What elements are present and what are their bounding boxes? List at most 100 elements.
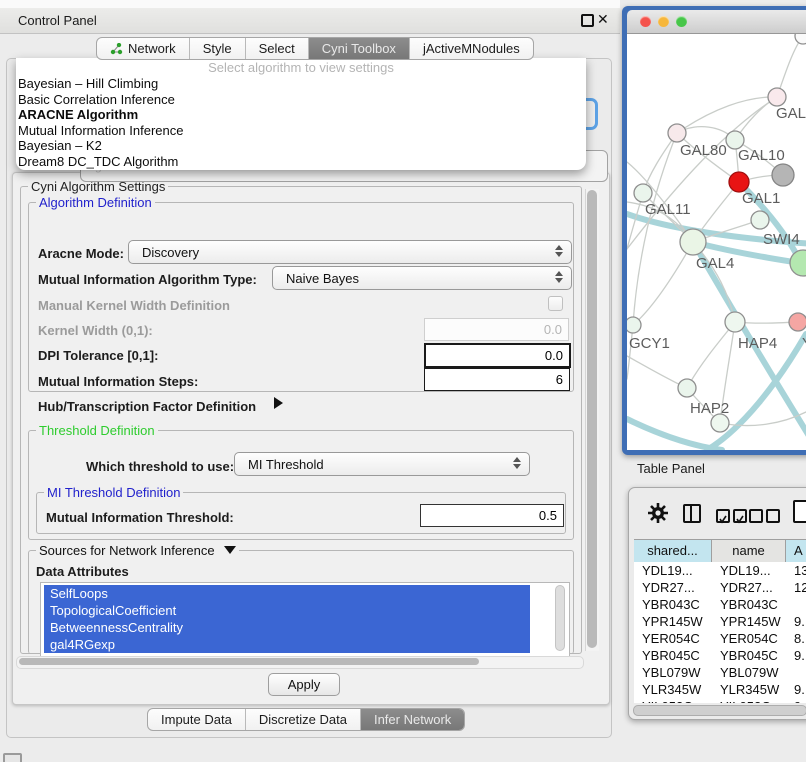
aracne-mode-combo[interactable]: Discovery <box>128 240 572 264</box>
network-canvas[interactable]: GAL2GAL80GAL10GAL1GAL11SWI4GAL4GCY1HAP4Y… <box>627 34 806 450</box>
column-header-shared-[interactable]: shared... <box>634 540 712 562</box>
settings-vertical-scrollbar[interactable] <box>585 189 599 651</box>
tab-discretize-data[interactable]: Discretize Data <box>245 709 360 730</box>
dpi-tolerance-field[interactable]: 0.0 <box>424 343 571 368</box>
thin-edge[interactable] <box>633 133 677 325</box>
gear-icon[interactable] <box>647 502 669 524</box>
hide-columns-icon[interactable] <box>749 509 783 527</box>
node-gal1[interactable] <box>729 172 749 192</box>
thick-edge[interactable] <box>627 419 722 450</box>
mi-steps-field[interactable]: 6 <box>424 368 570 391</box>
algorithm-definition-legend: Algorithm Definition <box>36 195 155 210</box>
tab-style[interactable]: Style <box>189 38 245 59</box>
table-row[interactable]: YBL079WYBL079W <box>634 664 806 681</box>
settings-horizontal-scrollbar[interactable] <box>16 656 584 669</box>
table-row[interactable]: YBR045CYBR045C9. <box>634 647 806 664</box>
data-attributes-label: Data Attributes <box>36 564 129 579</box>
close-traffic-light-icon[interactable] <box>640 16 651 27</box>
dropdown-item-basic-correlation-inference[interactable]: Basic Correlation Inference <box>16 92 586 108</box>
page-icon[interactable] <box>793 500 806 523</box>
mi-threshold-legend: MI Threshold Definition <box>44 485 183 500</box>
table-row[interactable]: YER054CYER054C8. <box>634 630 806 647</box>
column-header-name[interactable]: name <box>712 540 786 562</box>
node-gal11[interactable] <box>634 184 652 202</box>
expand-arrow-icon[interactable] <box>274 397 283 409</box>
network-window-titlebar[interactable] <box>627 10 806 34</box>
manual-kernel-checkbox[interactable] <box>548 296 563 311</box>
sources-legend[interactable]: Sources for Network Inference <box>36 543 239 558</box>
node-salmon-node[interactable] <box>789 313 806 331</box>
node-label-gal4: GAL4 <box>696 255 734 272</box>
list-scrollbar[interactable] <box>554 585 566 651</box>
table-body: YDL19...YDL19...13YDR27...YDR27...12YBR0… <box>634 562 806 703</box>
attribute-item-topologicalcoefficient[interactable]: TopologicalCoefficient <box>44 602 530 619</box>
network-window[interactable]: GAL2GAL80GAL10GAL1GAL11SWI4GAL4GCY1HAP4Y… <box>622 6 806 455</box>
node-swi4[interactable] <box>751 211 769 229</box>
table-cell <box>786 664 806 681</box>
table-cell: YBR045C <box>712 647 786 664</box>
table-row[interactable]: YLR345WYLR345W9. <box>634 681 806 698</box>
data-attributes-list[interactable]: SelfLoopsTopologicalCoefficientBetweenne… <box>40 582 570 657</box>
which-threshold-combo[interactable]: MI Threshold <box>234 452 530 476</box>
node-gcy1[interactable] <box>627 317 641 333</box>
table-cell: YLR345W <box>634 681 712 698</box>
dropdown-item-bayesian-k2[interactable]: Bayesian – K2 <box>16 138 586 154</box>
attribute-item-gal4rgexp[interactable]: gal4RGexp <box>44 636 530 653</box>
mi-threshold-field[interactable]: 0.5 <box>420 504 564 527</box>
tab-infer-network[interactable]: Infer Network <box>360 709 464 730</box>
node-gal80[interactable] <box>668 124 686 142</box>
dropdown-item-dream8-dc-tdc-algorithm[interactable]: Dream8 DC_TDC Algorithm <box>16 154 586 170</box>
minimized-panel-icon[interactable] <box>3 753 22 762</box>
table-row[interactable]: YBR043CYBR043C <box>634 596 806 613</box>
split-columns-icon[interactable] <box>683 504 701 523</box>
table-row[interactable]: YIL052CYIL052C9 <box>634 698 806 703</box>
dropdown-item-mutual-information-inference[interactable]: Mutual Information Inference <box>16 123 586 139</box>
tab-jactivemnodules[interactable]: jActiveMNodules <box>409 38 533 59</box>
attribute-item-selfloops[interactable]: SelfLoops <box>44 585 530 602</box>
dropdown-item-bayesian-hill-climbing[interactable]: Bayesian – Hill Climbing <box>16 76 586 92</box>
thin-edge[interactable] <box>687 322 735 388</box>
tab-impute-data[interactable]: Impute Data <box>148 709 245 730</box>
apply-button[interactable]: Apply <box>268 673 340 696</box>
table-cell: YIL052C <box>634 698 712 703</box>
node-gray-node[interactable] <box>772 164 794 186</box>
table-row[interactable]: YPR145WYPR145W9. <box>634 613 806 630</box>
tab-select[interactable]: Select <box>245 38 308 59</box>
aracne-mode-label: Aracne Mode: <box>38 246 124 261</box>
bottom-tabbar: Impute Data Discretize Data Infer Network <box>147 708 465 731</box>
node-top-partial[interactable] <box>795 34 806 44</box>
thin-edge[interactable] <box>643 133 677 193</box>
zoom-traffic-light-icon[interactable] <box>676 16 687 27</box>
tab-network[interactable]: Network <box>97 38 189 59</box>
float-window-icon[interactable] <box>581 14 594 27</box>
node-hap4[interactable] <box>725 312 745 332</box>
tab-label: Discretize Data <box>259 712 347 727</box>
node-gal4[interactable] <box>680 229 706 255</box>
mi-type-combo[interactable]: Naive Bayes <box>272 266 572 290</box>
minimize-traffic-light-icon[interactable] <box>658 16 669 27</box>
tab-label: Network <box>128 41 176 56</box>
column-header-a[interactable]: A <box>786 540 806 562</box>
node-label-gal1: GAL1 <box>742 190 780 207</box>
table-cell <box>786 596 806 613</box>
kernel-width-field[interactable]: 0.0 <box>424 318 569 341</box>
close-icon[interactable]: ✕ <box>597 11 609 28</box>
table-row[interactable]: YDR27...YDR27...12 <box>634 579 806 596</box>
dropdown-placeholder: Select algorithm to view settings <box>16 60 586 76</box>
dpi-tolerance-label: DPI Tolerance [0,1]: <box>38 348 158 363</box>
node-green-right[interactable] <box>790 250 806 276</box>
dropdown-item-aracne-algorithm[interactable]: ARACNE Algorithm <box>16 107 586 123</box>
thin-edge[interactable] <box>627 356 687 388</box>
node-gal2[interactable] <box>768 88 786 106</box>
table-window: shared...nameA YDL19...YDL19...13YDR27..… <box>628 487 806 720</box>
show-columns-icon[interactable] <box>716 509 750 527</box>
app-root: Control Panel ✕ NetworkStyleSelectCyni T… <box>0 0 806 762</box>
node-hap2[interactable] <box>678 379 696 397</box>
attribute-item-betweennesscentrality[interactable]: BetweennessCentrality <box>44 619 530 636</box>
table-horizontal-scrollbar[interactable] <box>633 705 806 716</box>
node-label-salmon-node: Y <box>802 335 806 352</box>
table-row[interactable]: YDL19...YDL19...13 <box>634 562 806 579</box>
table-cell: YBR043C <box>712 596 786 613</box>
thin-edge[interactable] <box>777 36 803 97</box>
tab-cyni-toolbox[interactable]: Cyni Toolbox <box>308 38 409 59</box>
